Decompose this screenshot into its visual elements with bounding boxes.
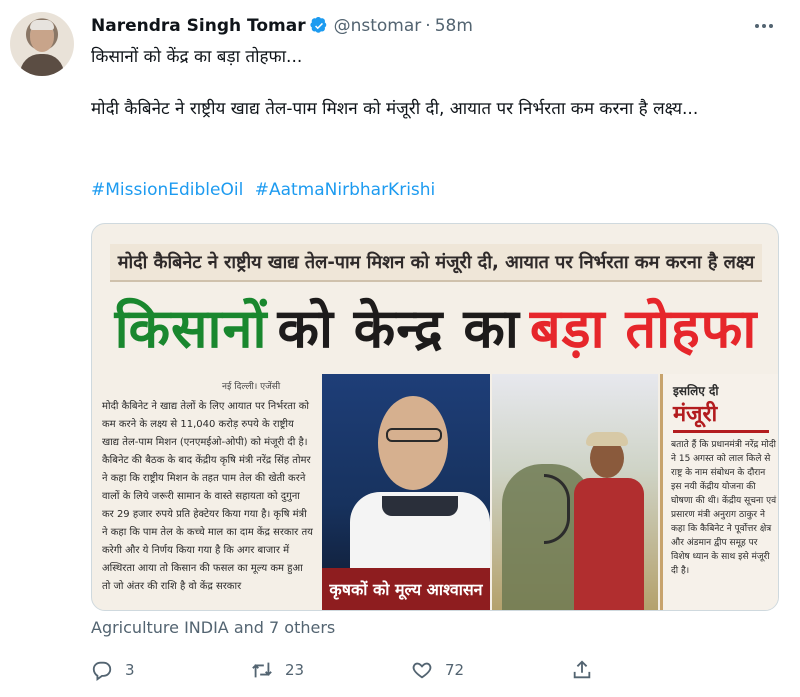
newspaper-byline: नई दिल्ली। एजेंसी [222, 382, 281, 392]
hashtags: #MissionEdibleOil #AatmaNirbharKrishi [91, 180, 441, 200]
more-options-icon[interactable] [752, 14, 776, 38]
tweet-text-line-1: किसानों को केंद्र का बड़ा तोहफा... [91, 47, 303, 67]
headline-part-2: को केन्द्र का [277, 297, 520, 360]
headline-part-3: बड़ा तोहफा [529, 297, 758, 360]
tweet[interactable]: Narendra Singh Tomar @nstomar · 58m किसा… [0, 0, 800, 697]
retweet-count: 23 [285, 661, 305, 679]
timestamp[interactable]: 58m [435, 16, 473, 36]
author-handle[interactable]: @nstomar [334, 16, 422, 36]
heart-icon [412, 662, 432, 679]
photo-head [378, 396, 448, 490]
tweet-media-image[interactable]: मोदी कैबिनेट ने राष्ट्रीय खाद्य तेल-पाम … [91, 223, 779, 611]
photo-glasses [386, 428, 442, 442]
newspaper-sidebar: इसलिए दी मंजूरी बताते हैं कि प्रधानमंत्र… [660, 374, 778, 610]
newspaper-subhead-text: मोदी कैबिनेट ने राष्ट्रीय खाद्य तेल-पाम … [117, 252, 755, 273]
sidebar-rule [673, 430, 769, 433]
reply-count: 3 [125, 661, 135, 679]
share-icon [573, 660, 591, 679]
like-button[interactable]: 72 [411, 659, 571, 681]
newspaper-photo-minister: कृषकों को मूल्य आश्वासन [322, 374, 490, 610]
newspaper-photo-farmer [492, 374, 658, 610]
avatar-shirt [20, 54, 64, 76]
sidebar-title: मंजूरी [673, 402, 718, 427]
tweet-actions: 3 23 72 [91, 653, 731, 687]
newspaper-subhead: मोदी कैबिनेट ने राष्ट्रीय खाद्य तेल-पाम … [110, 244, 762, 282]
sidebar-tag: इसलिए दी [673, 384, 719, 398]
sidebar-text: बताते हैं कि प्रधानमंत्री नरेंद्र मोदी न… [671, 440, 777, 576]
photo-farmer-body [574, 478, 644, 610]
hashtag-aatma-nirbhar-krishi[interactable]: #AatmaNirbharKrishi [255, 180, 436, 200]
share-button[interactable] [571, 659, 731, 681]
reply-icon [92, 661, 112, 681]
like-count: 72 [445, 661, 465, 679]
tweet-header: Narendra Singh Tomar @nstomar · 58m [91, 14, 473, 38]
retweet-button[interactable]: 23 [251, 659, 411, 681]
photo-farmer-turban [586, 432, 628, 446]
hashtag-mission-edible-oil[interactable]: #MissionEdibleOil [91, 180, 243, 200]
headline-part-1: किसानों [114, 297, 268, 360]
photo-collar [382, 496, 458, 516]
verified-badge-icon [310, 16, 328, 35]
tweet-text-line-2: मोदी कैबिनेट ने राष्ट्रीय खाद्य तेल-पाम … [91, 99, 699, 119]
tagged-users-link[interactable]: Agriculture INDIA and 7 others [91, 618, 335, 637]
avatar-hair [30, 20, 54, 30]
reply-button[interactable]: 3 [91, 659, 251, 681]
separator-dot: · [425, 16, 431, 36]
newspaper-body-text: मोदी कैबिनेट ने खाद्य तेलों के लिए आयात … [102, 401, 313, 592]
photo-caption-text: कृषकों को मूल्य आश्वासन [329, 580, 483, 599]
newspaper-headline: किसानों को केन्द्र का बड़ा तोहफा [110, 288, 762, 370]
author-name[interactable]: Narendra Singh Tomar [91, 16, 306, 36]
newspaper-body: मोदी कैबिनेट ने खाद्य तेलों के लिए आयात … [102, 398, 314, 608]
photo-caption: कृषकों को मूल्य आश्वासन [322, 568, 490, 610]
retweet-icon [252, 662, 272, 678]
avatar[interactable] [10, 12, 74, 76]
